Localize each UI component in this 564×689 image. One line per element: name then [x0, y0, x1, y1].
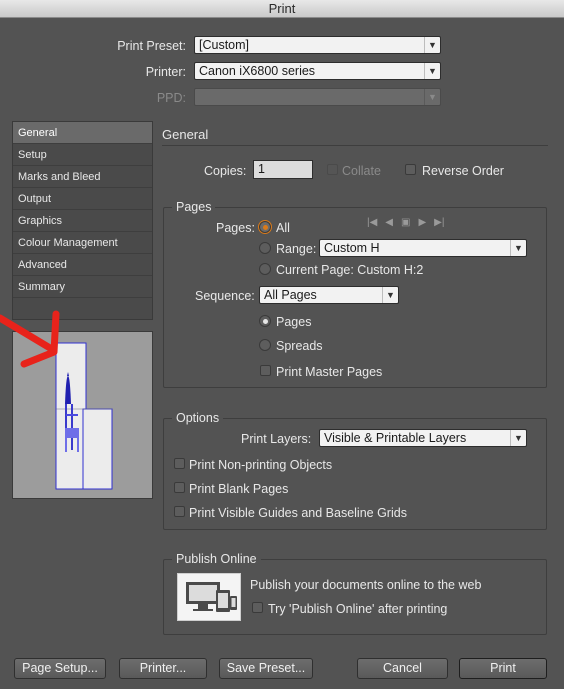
print-preset-select[interactable]: [Custom] ▼: [194, 36, 441, 54]
publish-online-text: Publish your documents online to the web: [250, 578, 482, 592]
printer-select[interactable]: Canon iX6800 series ▼: [194, 62, 441, 80]
first-page-icon[interactable]: |◀: [367, 217, 377, 228]
page-setup-button[interactable]: Page Setup...: [14, 658, 106, 679]
print-master-pages-label: Print Master Pages: [276, 365, 383, 379]
sidebar-item-advanced[interactable]: Advanced: [13, 254, 152, 276]
reverse-order-label: Reverse Order: [422, 164, 504, 178]
pages-label: Pages:: [216, 221, 255, 235]
printer-value: Canon iX6800 series: [199, 64, 316, 78]
page-navigation: |◀ ◀ ▣ ▶ ▶|: [367, 217, 444, 228]
sequence-value: All Pages: [264, 288, 317, 302]
prev-page-icon[interactable]: ◀: [385, 217, 393, 228]
chevron-down-icon: ▼: [424, 89, 440, 105]
sequence-select[interactable]: All Pages ▼: [259, 286, 399, 304]
sidebar-item-colour-management[interactable]: Colour Management: [13, 232, 152, 254]
sidebar-item-graphics[interactable]: Graphics: [13, 210, 152, 232]
range-value: Custom H: [324, 241, 380, 255]
print-button[interactable]: Print: [459, 658, 547, 679]
sidebar-item-setup[interactable]: Setup: [13, 144, 152, 166]
print-guides-label: Print Visible Guides and Baseline Grids: [189, 506, 407, 520]
chevron-down-icon: ▼: [510, 430, 526, 446]
print-blank-pages-checkbox[interactable]: [174, 482, 185, 493]
pages-radio-label: Pages: [276, 315, 312, 329]
current-page-radio[interactable]: [259, 263, 271, 275]
print-blank-pages-label: Print Blank Pages: [189, 482, 289, 496]
print-nonprinting-checkbox[interactable]: [174, 458, 185, 469]
copies-input[interactable]: 1: [253, 160, 313, 179]
range-input[interactable]: Custom H ▼: [319, 239, 527, 257]
window-title: Print: [0, 0, 564, 18]
reverse-order-checkbox[interactable]: [405, 164, 416, 175]
printer-button[interactable]: Printer...: [119, 658, 207, 679]
try-publish-online-label: Try 'Publish Online' after printing: [268, 602, 448, 616]
sequence-label: Sequence:: [195, 289, 255, 303]
options-group-title: Options: [172, 411, 224, 425]
current-page-label: Current Page: Custom H:2: [276, 263, 424, 277]
copies-label: Copies:: [204, 164, 247, 178]
sidebar-item-marks-and-bleed[interactable]: Marks and Bleed: [13, 166, 152, 188]
spreads-label: Spreads: [276, 339, 323, 353]
print-guides-checkbox[interactable]: [174, 506, 185, 517]
general-divider: [162, 145, 548, 146]
page-spread-icon[interactable]: ▣: [401, 217, 410, 228]
chevron-down-icon[interactable]: ▼: [510, 240, 526, 256]
all-pages-label: All: [276, 221, 290, 235]
printer-label: Printer:: [145, 65, 186, 79]
pages-group-title: Pages: [172, 200, 216, 214]
all-pages-radio[interactable]: [259, 221, 271, 233]
print-preset-label: Print Preset:: [117, 39, 186, 53]
cancel-button[interactable]: Cancel: [357, 658, 448, 679]
last-page-icon[interactable]: ▶|: [434, 217, 444, 228]
ppd-select: ▼: [194, 88, 441, 106]
section-title-general: General: [162, 127, 209, 142]
print-master-pages-checkbox[interactable]: [260, 365, 271, 376]
print-nonprinting-label: Print Non-printing Objects: [189, 458, 333, 472]
chevron-down-icon: ▼: [382, 287, 398, 303]
collate-checkbox: [327, 164, 338, 175]
collate-label: Collate: [342, 164, 381, 178]
print-layers-value: Visible & Printable Layers: [324, 431, 467, 445]
print-layers-label: Print Layers:: [241, 432, 312, 446]
sidebar-item-output[interactable]: Output: [13, 188, 152, 210]
chevron-down-icon: ▼: [424, 37, 440, 53]
print-layers-select[interactable]: Visible & Printable Layers ▼: [319, 429, 527, 447]
range-label: Range:: [276, 242, 317, 256]
sidebar-item-summary[interactable]: Summary: [13, 276, 152, 298]
sidebar-nav: General Setup Marks and Bleed Output Gra…: [12, 121, 153, 320]
sidebar-item-general[interactable]: General: [13, 122, 152, 144]
print-preset-value: [Custom]: [199, 38, 250, 52]
pages-radio[interactable]: [259, 315, 271, 327]
spreads-radio[interactable]: [259, 339, 271, 351]
publish-devices-icon: [177, 573, 241, 621]
try-publish-online-checkbox[interactable]: [252, 602, 263, 613]
save-preset-button[interactable]: Save Preset...: [219, 658, 313, 679]
chevron-down-icon: ▼: [424, 63, 440, 79]
publish-online-title: Publish Online: [172, 552, 261, 566]
ppd-label: PPD:: [156, 91, 186, 105]
next-page-icon[interactable]: ▶: [418, 217, 426, 228]
range-radio[interactable]: [259, 242, 271, 254]
red-annotation-arrow: [0, 310, 60, 368]
